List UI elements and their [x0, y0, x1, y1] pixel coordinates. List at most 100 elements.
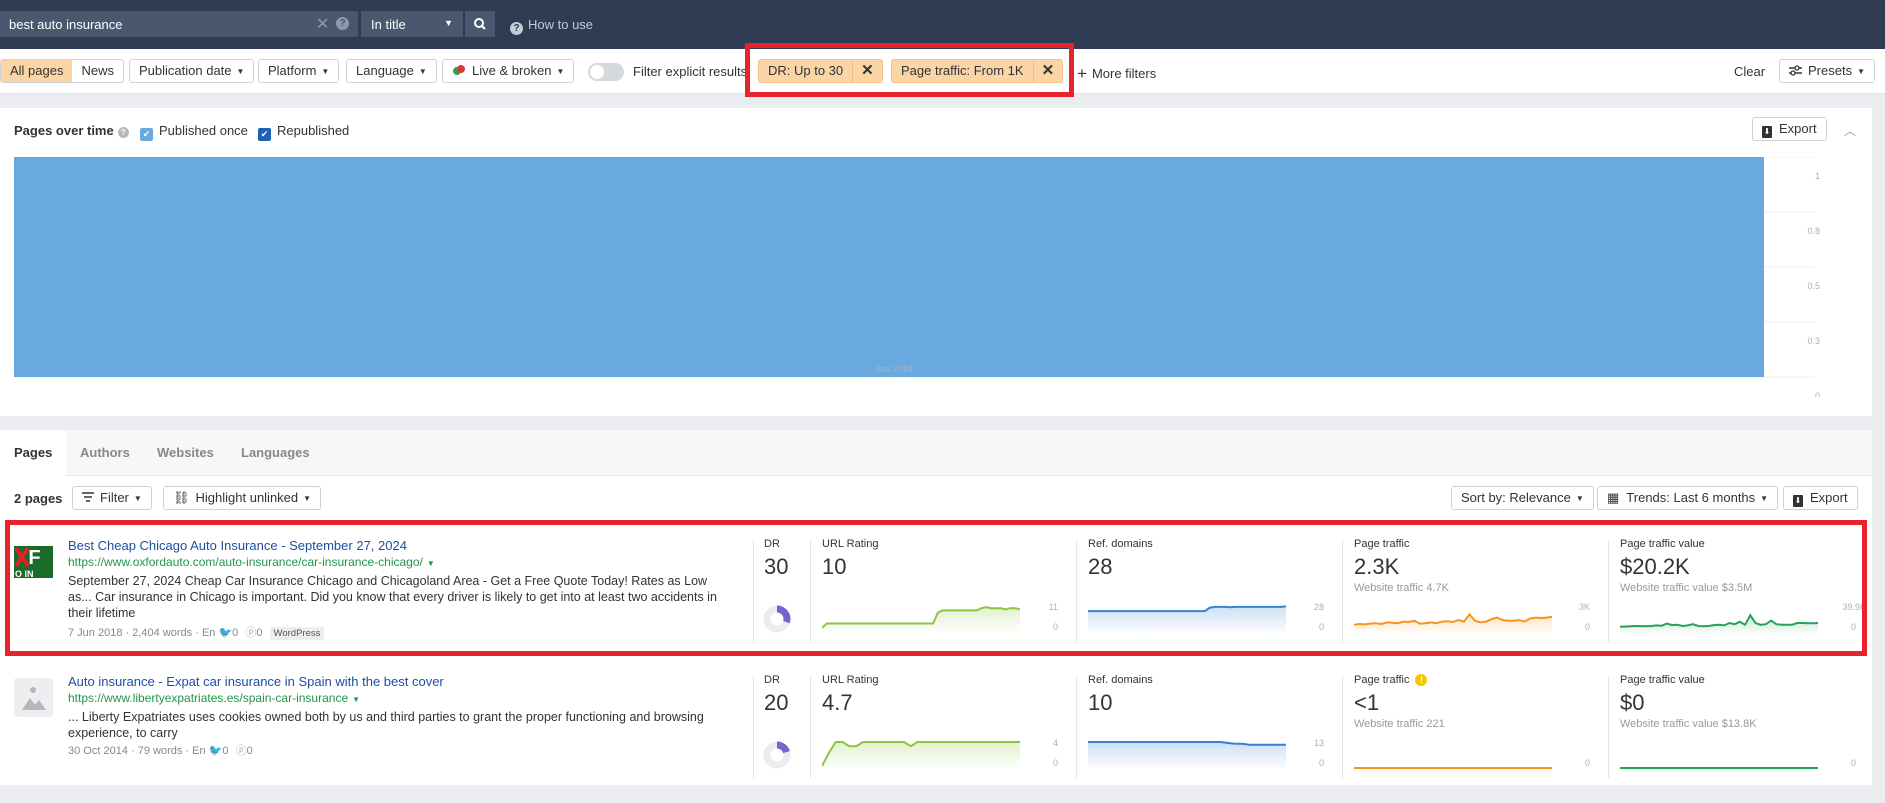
toggle-knob	[590, 65, 604, 79]
dr-donut-chart	[763, 741, 791, 769]
page-traffic-label: Page traffic!	[1354, 674, 1428, 686]
language-dropdown[interactable]: Language ▼	[346, 59, 437, 83]
clear-search-icon[interactable]: ✕	[316, 14, 329, 34]
list-export-button[interactable]: ⬇ Export	[1783, 486, 1858, 510]
highlight-unlinked-dropdown[interactable]: ⛓ Highlight unlinked ▼	[163, 486, 322, 510]
filter-icon	[82, 492, 94, 502]
search-mode-value: In title	[371, 17, 406, 32]
placeholder-image-icon	[14, 678, 53, 717]
page-traffic-value: <1	[1354, 690, 1380, 715]
pinterest-count: 0	[246, 745, 253, 757]
tab-pages[interactable]: Pages	[0, 430, 66, 477]
sparkline-max-label: 4	[1052, 738, 1058, 748]
chevron-down-icon: ▼	[303, 494, 312, 503]
platform-dropdown[interactable]: Platform ▼	[258, 59, 340, 83]
download-icon: ⬇	[1762, 126, 1772, 138]
live-broken-dropdown[interactable]: Live & broken ▼	[442, 59, 575, 83]
twitter-icon: 🐦	[208, 745, 223, 757]
trends-dropdown[interactable]: ▦ Trends: Last 6 months ▼	[1597, 486, 1779, 510]
search-button[interactable]	[465, 11, 495, 37]
top-bar: best auto insurance ✕ ? In title ▼ ? How …	[0, 0, 1885, 49]
publish-date: 30 Oct 2014	[68, 745, 128, 757]
clear-filters-link[interactable]: Clear	[1734, 64, 1765, 79]
republished-checkbox[interactable]: ✔ Republished	[258, 123, 349, 141]
pages-count: 2 pages	[14, 491, 63, 506]
publication-date-label: Publication date	[139, 63, 232, 78]
checkbox-checked-icon: ✔	[140, 128, 153, 141]
x-tick-label: Jun 2018	[875, 364, 912, 374]
page-traffic-sparkline	[1354, 767, 1552, 770]
trends-label: Trends: Last 6 months	[1626, 490, 1756, 505]
search-input[interactable]: best auto insurance ✕ ?	[0, 11, 358, 37]
ref-domains-sparkline	[1088, 741, 1286, 768]
chevron-down-icon: ▼	[418, 67, 427, 76]
column-divider	[1608, 676, 1609, 778]
chart-export-button[interactable]: ⬇ Export	[1752, 117, 1827, 141]
filter-bar: All pages News Publication date ▼ Platfor…	[0, 43, 1885, 97]
page-traffic-value-amount: $0	[1620, 690, 1645, 715]
results-tabs: Pages Authors Websites Languages	[0, 430, 1872, 477]
sparkline-max-label: 13	[1313, 738, 1324, 748]
sort-dropdown[interactable]: Sort by: Relevance ▼	[1451, 486, 1594, 510]
pages-list: 2 pages Filter ▼ ⛓ Highlight unlinked ▼ Sor…	[0, 476, 1872, 785]
tab-websites[interactable]: Websites	[157, 430, 214, 476]
chevron-down-icon: ▼	[236, 67, 245, 76]
filter-explicit-label: Filter explicit results	[633, 64, 748, 79]
checkbox-checked-icon: ✔	[258, 128, 271, 141]
more-filters-label: More filters	[1091, 66, 1157, 81]
chevron-down-icon: ▼	[1575, 494, 1584, 503]
sparkline-min-label: 0	[1584, 758, 1590, 768]
tab-authors[interactable]: Authors	[80, 430, 130, 476]
result-url[interactable]: https://www.libertyexpatriates.es/spain-…	[68, 691, 360, 705]
result-title-link[interactable]: Auto insurance - Expat car insurance in …	[68, 674, 444, 689]
publication-date-dropdown[interactable]: Publication date ▼	[129, 59, 255, 83]
tab-languages[interactable]: Languages	[241, 430, 310, 476]
page-traffic-value-label: Page traffic value	[1620, 674, 1705, 686]
chevron-down-icon: ▼	[444, 18, 453, 28]
published-once-checkbox[interactable]: ✔ Published once	[140, 123, 248, 141]
search-mode-select[interactable]: In title ▼	[361, 11, 463, 37]
warning-icon[interactable]: !	[1415, 674, 1428, 686]
sliders-icon	[1789, 65, 1802, 76]
website-traffic: Website traffic 221	[1354, 718, 1445, 730]
highlight-box	[5, 520, 1867, 656]
y-tick-label: 1	[1815, 171, 1820, 181]
pages-over-time-chart: 1 0.8 0.5 0.3 0 Jun 2018	[14, 157, 1820, 397]
url-rating-label: URL Rating	[822, 674, 879, 686]
panel-title: Pages over time	[14, 123, 114, 138]
pages-over-time-panel: Pages over time? ✔ Published once ✔ Republ…	[0, 108, 1872, 416]
sparkline-min-label: 0	[1318, 758, 1324, 768]
sort-label: Sort by: Relevance	[1461, 490, 1571, 505]
column-divider	[753, 676, 754, 778]
presets-label: Presets	[1808, 63, 1853, 78]
collapse-chevron-icon[interactable]: ︿	[1844, 122, 1856, 139]
filter-explicit-toggle[interactable]	[588, 63, 624, 81]
chevron-down-icon: ▼	[1760, 494, 1769, 503]
presets-dropdown[interactable]: Presets ▼	[1779, 59, 1875, 83]
search-input-value[interactable]: best auto insurance	[9, 17, 122, 32]
chevron-down-icon: ▼	[321, 67, 330, 76]
chevron-down-icon: ▼	[556, 67, 565, 76]
plus-icon: +	[1077, 64, 1087, 83]
chevron-down-icon[interactable]: ▼	[352, 695, 360, 704]
result-meta: 30 Oct 2014 · 79 words · En 🐦0 ⓟ0	[68, 745, 253, 757]
table-row: Auto insurance - Expat car insurance in …	[0, 670, 1872, 803]
pages-over-time-title: Pages over time?	[14, 123, 129, 138]
checkbox-label: Republished	[277, 123, 350, 138]
help-icon[interactable]: ?	[117, 127, 129, 138]
export-label: Export	[1779, 121, 1817, 136]
segment-all-pages[interactable]: All pages	[1, 60, 73, 82]
filter-dropdown[interactable]: Filter ▼	[72, 486, 152, 510]
help-icon[interactable]: ?	[336, 17, 349, 30]
dr-label: DR	[764, 674, 780, 686]
language-label: Language	[356, 63, 414, 78]
chevron-down-icon: ▼	[1857, 67, 1865, 76]
segment-news[interactable]: News	[72, 60, 123, 82]
more-filters-button[interactable]: + More filters	[1077, 64, 1156, 84]
url-text[interactable]: https://www.libertyexpatriates.es/spain-…	[68, 691, 348, 705]
y-tick-label: 0.5	[1807, 281, 1820, 291]
url-rating-sparkline	[822, 741, 1020, 768]
how-to-use-link[interactable]: ? How to use	[510, 17, 593, 35]
calendar-icon: ▦	[1607, 490, 1620, 505]
ref-domains-value: 10	[1088, 690, 1113, 715]
